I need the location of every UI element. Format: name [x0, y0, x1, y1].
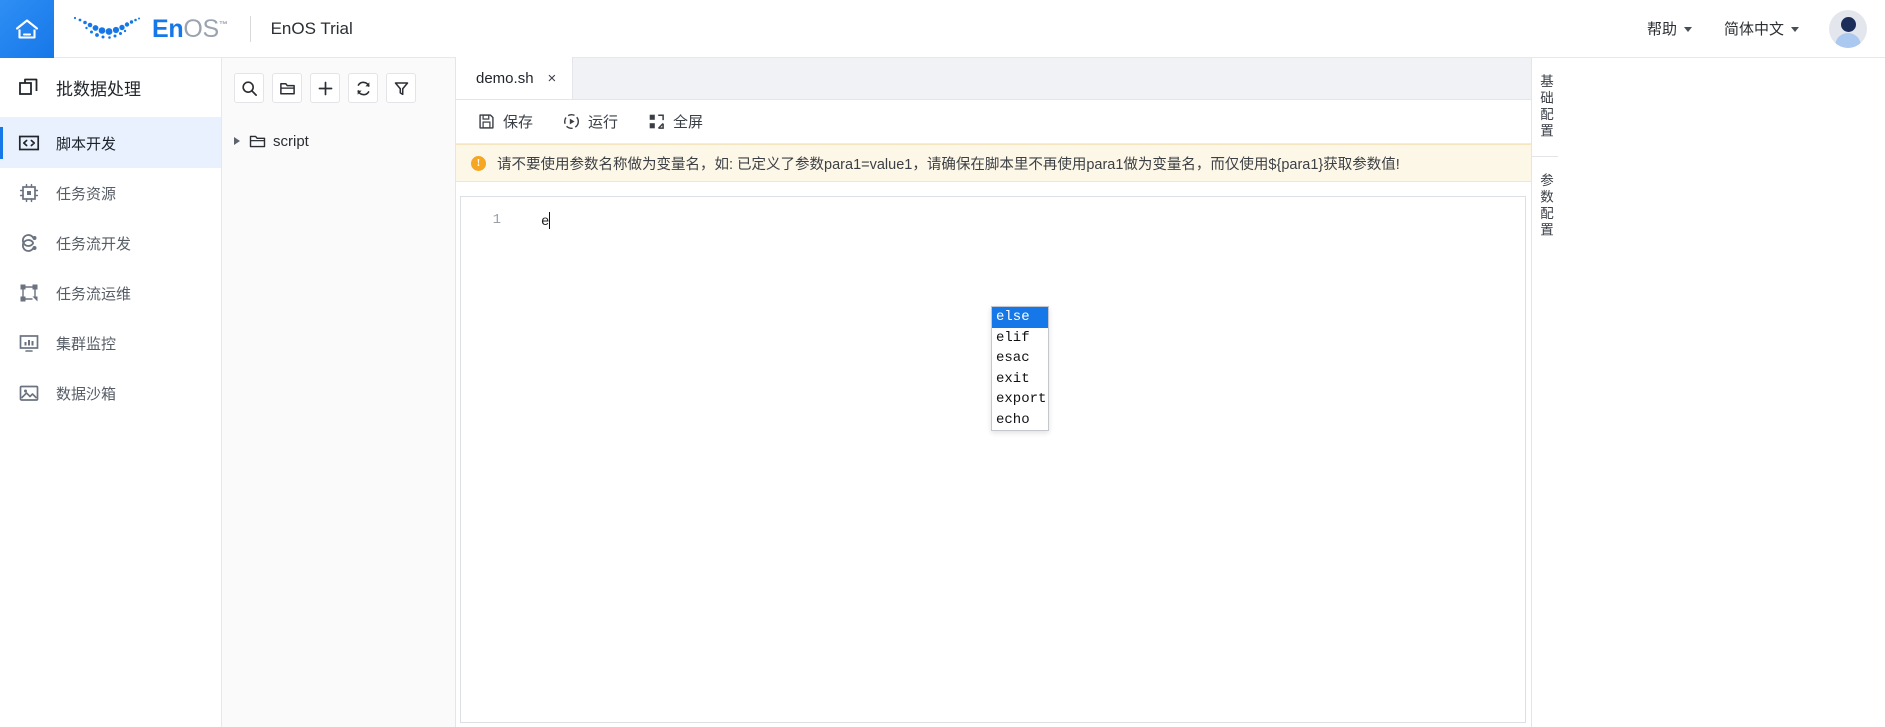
- brand-en: En: [152, 15, 184, 43]
- fullscreen-button[interactable]: 全屏: [648, 111, 703, 132]
- sidebar-item-label: 任务流开发: [56, 235, 132, 253]
- filter-icon: [394, 81, 408, 95]
- warning-icon: !: [471, 155, 486, 171]
- folder-icon: [249, 135, 266, 147]
- fullscreen-icon: [649, 114, 664, 129]
- sidebar-item-task-resource[interactable]: 任务资源: [0, 168, 221, 218]
- help-menu[interactable]: 帮助: [1631, 0, 1708, 58]
- warning-text: 请不要使用参数名称做为变量名，如: 已定义了参数para1=value1，请确保…: [497, 156, 1400, 173]
- autocomplete-item-else[interactable]: else: [992, 307, 1048, 328]
- code-brackets-icon: [18, 135, 40, 151]
- enos-swoosh-icon: [73, 16, 140, 39]
- help-menu-label: 帮助: [1646, 21, 1677, 38]
- autocomplete-popup[interactable]: else elif esac exit export echo: [991, 306, 1049, 431]
- avatar-body: [1835, 32, 1861, 48]
- sidebar-item-label: 集群监控: [56, 335, 117, 353]
- autocomplete-item-esac[interactable]: esac: [992, 348, 1048, 369]
- fullscreen-label: 全屏: [673, 114, 704, 131]
- avatar[interactable]: [1829, 9, 1867, 48]
- code-editor[interactable]: 1 e: [460, 196, 1526, 723]
- chevron-right-icon[interactable]: [234, 137, 240, 145]
- top-header-bar: EnOS™ EnOS Trial 帮助 简体中文: [0, 0, 1885, 58]
- autocomplete-item-elif[interactable]: elif: [992, 328, 1048, 349]
- code-line: 1 e: [461, 197, 1525, 230]
- rail-tab-param-config[interactable]: 参数配置: [1532, 157, 1558, 255]
- sidebar-item-label: 任务资源: [56, 185, 117, 203]
- refresh-icon: [356, 81, 370, 95]
- sidebar-item-label: 数据沙箱: [56, 385, 117, 403]
- language-menu-label: 简体中文: [1723, 21, 1784, 38]
- file-explorer-toolbar: [222, 58, 455, 118]
- home-icon: [15, 18, 39, 39]
- nodes-icon: [20, 284, 38, 302]
- code-text-value: e: [541, 214, 550, 230]
- sidebar-item-cluster-monitor[interactable]: 集群监控: [0, 318, 221, 368]
- code-content[interactable]: e: [509, 212, 551, 230]
- save-button[interactable]: 保存: [478, 111, 533, 132]
- avatar-head: [1840, 16, 1856, 32]
- editor-panel: demo.sh × 保存 运行 全屏 ! 请不要使用参数名称做为变量名，如: 已…: [456, 57, 1531, 727]
- header-actions: 帮助 简体中文: [1631, 0, 1885, 58]
- brand-wordmark: EnOS™: [152, 15, 228, 44]
- sidebar-item-label: 脚本开发: [56, 135, 117, 153]
- chevron-down-icon: [1683, 27, 1692, 32]
- sandbox-image-icon: [19, 385, 39, 401]
- save-label: 保存: [503, 114, 534, 131]
- editor-tabbar: demo.sh ×: [456, 57, 1531, 100]
- layers-icon: [19, 78, 38, 95]
- sidebar-module-label: 批数据处理: [56, 80, 141, 99]
- sidebar-module-header: 批数据处理: [0, 58, 221, 118]
- plus-icon: [318, 81, 332, 95]
- tab-label: demo.sh: [476, 69, 534, 87]
- brand-os: OS: [183, 15, 219, 43]
- sidebar-item-label: 任务流运维: [56, 285, 132, 303]
- save-icon: [479, 114, 494, 129]
- chip-icon: [19, 183, 39, 203]
- editor-toolbar: 保存 运行 全屏: [456, 100, 1531, 144]
- sidebar-item-data-sandbox[interactable]: 数据沙箱: [0, 368, 221, 418]
- sidebar-item-workflow-dev[interactable]: 任务流开发: [0, 218, 221, 268]
- line-number: 1: [492, 212, 501, 228]
- run-play-icon: [564, 113, 580, 130]
- sidebar-item-script-dev[interactable]: 脚本开发: [0, 118, 221, 168]
- rail-tab-basic-config[interactable]: 基础配置: [1532, 58, 1558, 156]
- run-button[interactable]: 运行: [563, 111, 618, 132]
- text-cursor: [549, 212, 551, 229]
- parameter-warning-banner: ! 请不要使用参数名称做为变量名，如: 已定义了参数para1=value1，请…: [456, 144, 1531, 182]
- autocomplete-item-export[interactable]: export: [992, 389, 1048, 410]
- close-icon[interactable]: ×: [548, 71, 557, 86]
- tab-demo-sh[interactable]: demo.sh ×: [456, 57, 574, 99]
- language-menu[interactable]: 简体中文: [1708, 0, 1815, 58]
- search-button[interactable]: [234, 73, 264, 103]
- chevron-down-icon: [1791, 27, 1799, 32]
- tree-item-label: script: [273, 132, 309, 150]
- page-title: EnOS Trial: [270, 18, 353, 38]
- monitor-chart-icon: [19, 335, 39, 352]
- new-folder-button[interactable]: [272, 73, 302, 103]
- brand-tm: ™: [218, 19, 228, 30]
- autocomplete-item-exit[interactable]: exit: [992, 369, 1048, 390]
- add-button[interactable]: [310, 73, 340, 103]
- app-root: EnOS™ EnOS Trial 帮助 简体中文 批数据处理 脚本开发 任务资源…: [0, 0, 1885, 727]
- workflow-icon: [22, 234, 37, 252]
- file-explorer-panel: script: [222, 58, 456, 727]
- sidebar: 批数据处理 脚本开发 任务资源 任务流开发 任务流运维 集群监控 数据沙箱: [0, 58, 222, 727]
- folder-icon: [279, 82, 295, 94]
- tree-item-script[interactable]: script: [222, 127, 455, 155]
- file-tree: script: [222, 118, 455, 155]
- right-config-rail: 基础配置 参数配置: [1531, 58, 1885, 727]
- brand-logo[interactable]: EnOS™: [71, 13, 228, 45]
- search-icon: [241, 80, 257, 96]
- home-button[interactable]: [0, 0, 54, 58]
- refresh-button[interactable]: [348, 73, 378, 103]
- sidebar-item-workflow-ops[interactable]: 任务流运维: [0, 268, 221, 318]
- header-divider: [249, 15, 251, 42]
- autocomplete-item-echo[interactable]: echo: [992, 410, 1048, 431]
- run-label: 运行: [588, 114, 619, 131]
- filter-button[interactable]: [386, 73, 416, 103]
